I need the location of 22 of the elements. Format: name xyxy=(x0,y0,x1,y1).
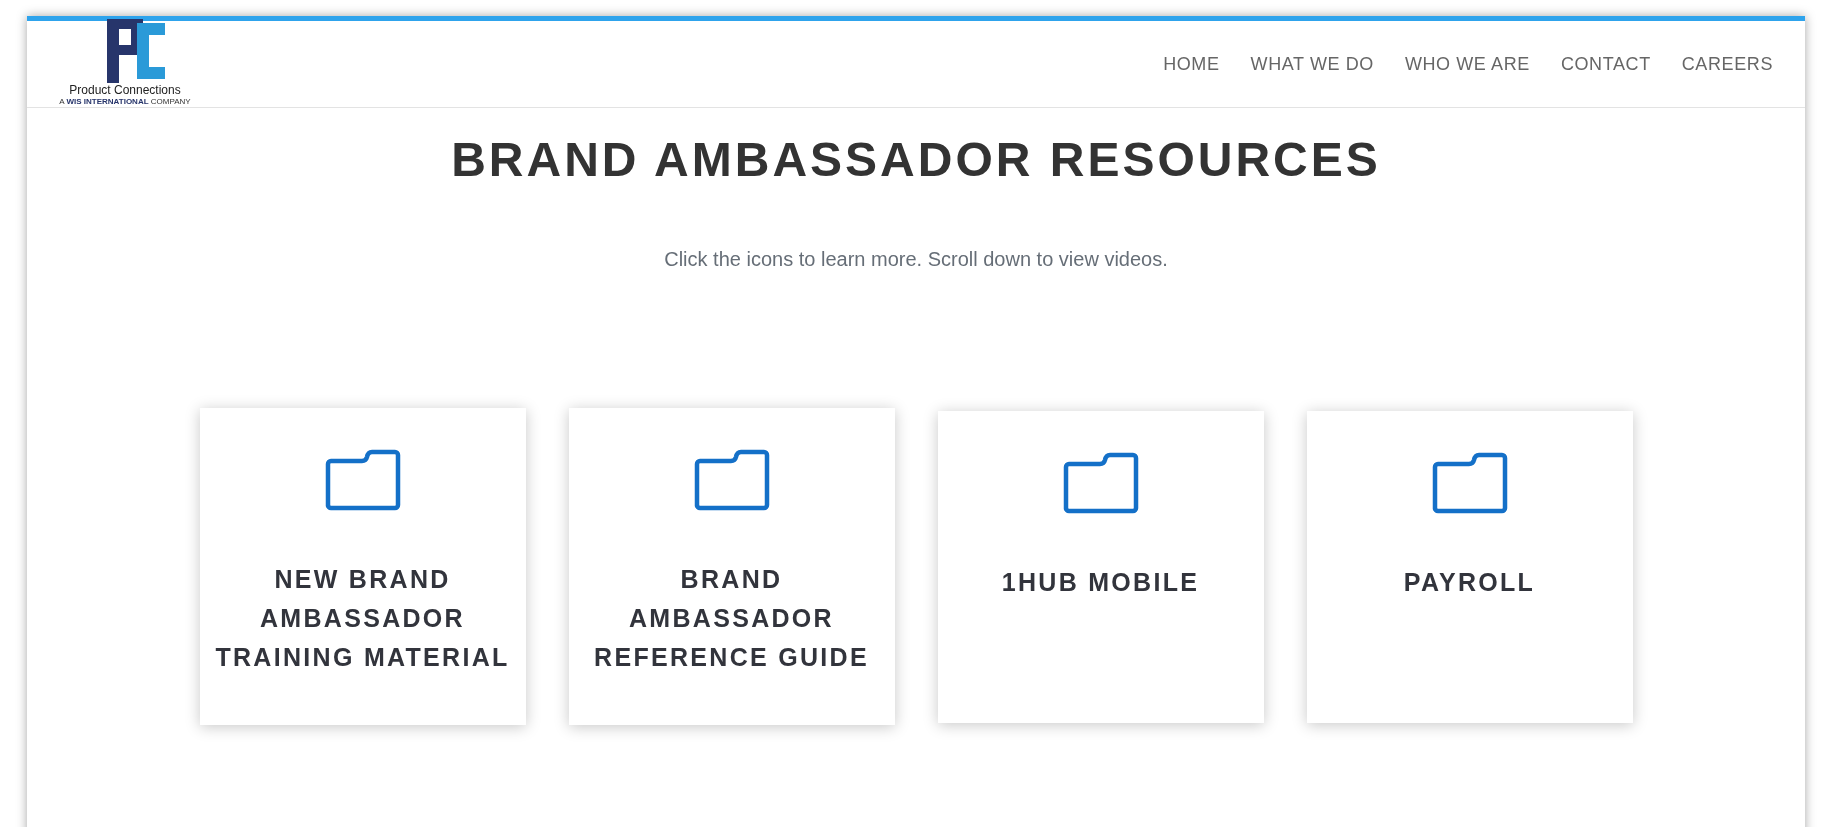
card-title: 1HUB MOBILE xyxy=(1000,567,1201,598)
folder-icon xyxy=(1430,451,1509,515)
logo-text: Product Connections xyxy=(69,84,181,97)
folder-icon xyxy=(692,448,771,512)
resource-card[interactable]: BRAND AMBASSADOR REFERENCE GUIDE xyxy=(568,408,895,725)
page-title: BRAND AMBASSADOR RESOURCES xyxy=(451,132,1381,188)
page-subtitle: Click the icons to learn more. Scroll down to view videos. xyxy=(664,247,1168,272)
card-title: PAYROLL xyxy=(1402,567,1537,598)
resource-card[interactable]: PAYROLL xyxy=(1306,411,1633,723)
card-title: NEW BRAND AMBASSADOR TRAINING MATERIAL xyxy=(214,564,511,673)
card-title: BRAND AMBASSADOR REFERENCE GUIDE xyxy=(593,564,870,673)
logo[interactable]: Product Connections A WIS INTERNATIONAL COMPANY xyxy=(55,21,195,106)
nav-link[interactable]: WHAT WE DO xyxy=(1250,53,1374,75)
nav-link[interactable]: CONTACT xyxy=(1560,53,1651,75)
logo-tagline: A WIS INTERNATIONAL COMPANY xyxy=(59,97,191,106)
nav-link[interactable]: CAREERS xyxy=(1681,53,1773,75)
nav-link[interactable]: HOME xyxy=(1163,53,1220,75)
resource-card[interactable]: 1HUB MOBILE xyxy=(937,411,1264,723)
folder-icon xyxy=(323,448,402,512)
resource-card[interactable]: NEW BRAND AMBASSADOR TRAINING MATERIAL xyxy=(199,408,526,725)
nav-link[interactable]: WHO WE ARE xyxy=(1404,53,1530,75)
folder-icon xyxy=(1061,451,1140,515)
